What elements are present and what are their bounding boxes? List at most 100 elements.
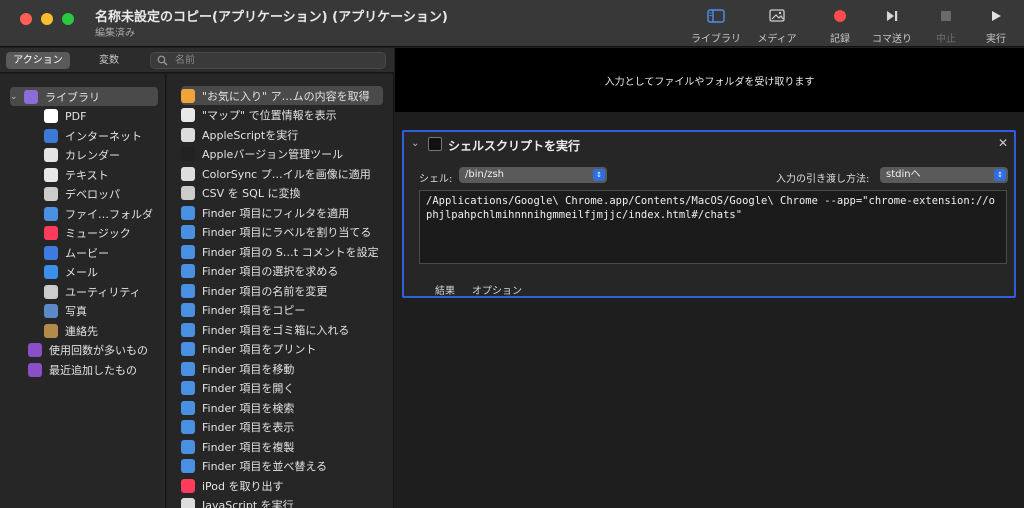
contacts-icon bbox=[44, 323, 58, 338]
action-item[interactable]: Finder 項目を並べ替える bbox=[181, 457, 327, 476]
variables-segment[interactable]: 変数 bbox=[84, 52, 134, 69]
library-icon bbox=[24, 89, 38, 104]
category-item[interactable]: 最近追加したもの bbox=[28, 360, 137, 379]
action-label: JavaScript を実行 bbox=[202, 499, 294, 508]
action-label: Appleバージョン管理ツール bbox=[202, 148, 344, 161]
applescript-icon bbox=[181, 127, 195, 142]
action-item[interactable]: AppleScriptを実行 bbox=[181, 125, 298, 144]
action-item[interactable]: CSV を SQL に変換 bbox=[181, 184, 300, 203]
action-label: iPod を取り出す bbox=[202, 479, 284, 493]
action-label: Finder 項目をコピー bbox=[202, 304, 306, 317]
colorsync-icon bbox=[181, 166, 195, 181]
finder-icon bbox=[181, 400, 195, 415]
action-label: Finder 項目をゴミ箱に入れる bbox=[202, 323, 350, 337]
action-item[interactable]: iPod を取り出す bbox=[181, 476, 284, 495]
category-item[interactable]: 写真 bbox=[44, 302, 87, 321]
close-window-button[interactable] bbox=[20, 13, 32, 25]
finder-icon bbox=[181, 459, 195, 473]
finder-icon bbox=[181, 439, 195, 454]
action-item[interactable]: Finder 項目をゴミ箱に入れる bbox=[181, 320, 349, 339]
category-item[interactable]: ユーティリティ bbox=[44, 282, 141, 301]
action-item[interactable]: Finder 項目にラベルを割り当てる bbox=[181, 223, 371, 242]
close-icon[interactable]: ✕ bbox=[998, 136, 1008, 150]
category-label: 連絡先 bbox=[65, 324, 98, 338]
category-item[interactable]: 使用回数が多いもの bbox=[28, 341, 148, 360]
category-item[interactable]: メール bbox=[44, 263, 98, 282]
category-item[interactable]: デベロッパ bbox=[44, 185, 120, 204]
search-icon bbox=[157, 55, 168, 69]
action-item[interactable]: Finder 項目を検索 bbox=[181, 398, 294, 417]
category-item[interactable]: カレンダー bbox=[44, 146, 120, 165]
photos-icon bbox=[44, 304, 58, 318]
step-toolbar-button[interactable]: コマ送り bbox=[862, 4, 922, 45]
action-item[interactable]: Finder 項目にフィルタを適用 bbox=[181, 203, 349, 222]
media-toolbar-button[interactable]: メディア bbox=[747, 4, 807, 45]
developer-icon bbox=[181, 186, 195, 200]
category-label: ライブラリ bbox=[45, 90, 100, 104]
finder-icon bbox=[181, 420, 195, 434]
popup-arrows-icon: ↕ bbox=[994, 169, 1006, 181]
action-item[interactable]: Finder 項目の名前を変更 bbox=[181, 281, 327, 300]
library-toolbar-button[interactable]: ライブラリ bbox=[686, 4, 746, 45]
category-item[interactable]: ムービー bbox=[44, 243, 109, 262]
action-item[interactable]: Finder 項目をコピー bbox=[181, 301, 305, 320]
category-list: ⌄ ライブラリ PDF インターネット カレンダー テキスト デベロッパファイ…フォルダ ミュ… bbox=[0, 74, 166, 508]
action-item[interactable]: ColorSync プ…イルを画像に適用 bbox=[181, 164, 371, 183]
category-label: 最近追加したもの bbox=[49, 363, 137, 377]
category-label: 写真 bbox=[65, 305, 87, 318]
action-item[interactable]: "マップ" で位置情報を表示 bbox=[181, 106, 337, 125]
category-item[interactable]: インターネット bbox=[44, 126, 142, 145]
tab-results[interactable]: 結果 bbox=[435, 282, 455, 297]
action-item[interactable]: JavaScript を実行 bbox=[181, 496, 294, 508]
pass-input-popup[interactable]: stdinへ ↕ bbox=[880, 167, 1008, 183]
action-item[interactable]: "お気に入り" ア…ムの内容を取得 bbox=[181, 86, 383, 105]
category-label: ミュージック bbox=[65, 227, 131, 240]
pdf-icon bbox=[44, 109, 58, 123]
library-category[interactable]: ⌄ ライブラリ bbox=[10, 87, 158, 106]
library-toolbar: アクション 変数 bbox=[0, 48, 394, 73]
search-input[interactable] bbox=[175, 53, 375, 68]
action-item[interactable]: Finder 項目の選択を求める bbox=[181, 262, 338, 281]
action-item[interactable]: Finder 項目を表示 bbox=[181, 418, 294, 437]
developer-icon bbox=[44, 187, 58, 201]
shell-popup[interactable]: /bin/zsh ↕ bbox=[459, 167, 607, 183]
action-item[interactable]: Appleバージョン管理ツール bbox=[181, 145, 343, 164]
action-item[interactable]: Finder 項目を複製 bbox=[181, 437, 294, 456]
action-label: Finder 項目の S…t コメントを設定 bbox=[202, 245, 379, 259]
category-item[interactable]: ファイ…フォルダ bbox=[44, 204, 153, 223]
disclosure-chevron-icon[interactable]: ⌄ bbox=[10, 92, 20, 102]
finder-icon bbox=[181, 244, 195, 259]
action-label: Finder 項目を移動 bbox=[202, 362, 295, 376]
search-field[interactable] bbox=[150, 52, 386, 69]
photo-icon bbox=[768, 8, 786, 24]
action-label: Finder 項目を表示 bbox=[202, 421, 295, 434]
finder-icon bbox=[181, 322, 195, 337]
action-item[interactable]: Finder 項目を移動 bbox=[181, 359, 294, 378]
run-toolbar-button[interactable]: 実行 bbox=[966, 4, 1024, 45]
action-label: "マップ" で位置情報を表示 bbox=[202, 109, 337, 122]
play-icon bbox=[990, 8, 1002, 24]
finder-icon bbox=[181, 342, 195, 356]
collapse-chevron-icon[interactable]: ⌄ bbox=[411, 138, 419, 149]
shell-script-action[interactable]: ⌄ シェルスクリプトを実行 ✕ シェル: /bin/zsh ↕ 入力の引き渡し方… bbox=[402, 130, 1016, 298]
action-item[interactable]: Finder 項目を開く bbox=[181, 379, 294, 398]
script-editor[interactable]: /Applications/Google\ Chrome.app/Content… bbox=[419, 190, 1007, 264]
action-item[interactable]: Finder 項目をプリント bbox=[181, 340, 316, 359]
category-item[interactable]: 連絡先 bbox=[44, 321, 98, 340]
globe-icon bbox=[44, 128, 58, 143]
record-icon bbox=[833, 8, 847, 24]
action-list: "お気に入り" ア…ムの内容を取得 "マップ" で位置情報を表示 AppleScri… bbox=[167, 74, 394, 508]
category-item[interactable]: PDF bbox=[44, 107, 86, 126]
category-item[interactable]: テキスト bbox=[44, 165, 109, 184]
zoom-window-button[interactable] bbox=[62, 13, 74, 25]
pass-input-label: 入力の引き渡し方法: bbox=[776, 174, 870, 185]
text-icon bbox=[44, 167, 58, 182]
action-item[interactable]: Finder 項目の S…t コメントを設定 bbox=[181, 242, 379, 261]
maps-icon bbox=[181, 108, 195, 122]
tab-options[interactable]: オプション bbox=[472, 282, 522, 297]
actions-segment[interactable]: アクション bbox=[6, 52, 70, 69]
category-label: ファイ…フォルダ bbox=[65, 207, 153, 221]
minimize-window-button[interactable] bbox=[41, 13, 53, 25]
category-item[interactable]: ミュージック bbox=[44, 224, 131, 243]
record-toolbar-button[interactable]: 記録 bbox=[810, 4, 870, 45]
